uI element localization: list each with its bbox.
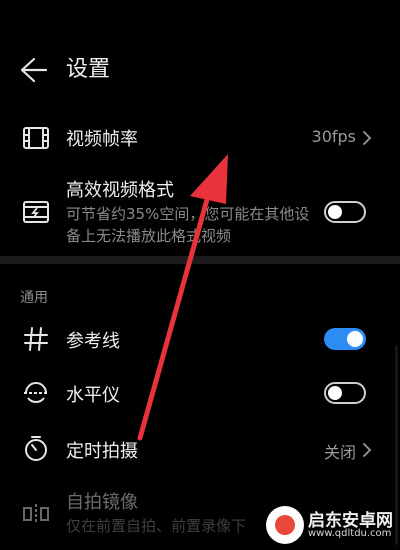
frame-rate-row[interactable]: 视频帧率 30fps (0, 116, 400, 160)
efficient-format-description: 可节省约35%空间，您可能在其他设备上无法播放此格式视频 (66, 205, 310, 245)
toggle-knob (328, 205, 342, 219)
header: 设置 (0, 40, 400, 100)
grid-label: 参考线 (66, 331, 120, 352)
section-divider (0, 256, 400, 264)
level-label: 水平仪 (66, 385, 120, 406)
selfie-mirror-label: 自拍镜像 (66, 492, 138, 513)
grid-toggle[interactable] (324, 328, 366, 350)
frame-rate-label: 视频帧率 (66, 129, 138, 150)
toggle-knob (347, 331, 363, 347)
toggle-knob (328, 386, 342, 400)
page-title: 设置 (66, 57, 111, 82)
timer-row[interactable]: 定时拍摄 关闭 (0, 426, 400, 472)
level-icon (24, 382, 48, 403)
grid-icon (24, 327, 48, 351)
efficient-format-toggle[interactable] (324, 201, 366, 223)
timer-label: 定时拍摄 (66, 441, 138, 462)
mirror-icon (23, 504, 49, 524)
timer-value: 关闭 (323, 443, 356, 462)
scrollbar[interactable] (395, 345, 398, 545)
watermark-url: www.qdltdu.com (308, 528, 392, 539)
grid-row[interactable]: 参考线 (0, 316, 400, 362)
chevron-right-icon (363, 443, 372, 457)
watermark-logo-icon (266, 506, 304, 544)
video-format-icon (23, 201, 49, 223)
level-toggle[interactable] (324, 382, 366, 404)
frame-rate-value: 30fps (311, 127, 356, 146)
level-row[interactable]: 水平仪 (0, 370, 400, 416)
section-general-label: 通用 (20, 290, 48, 306)
arrow-left-icon (20, 57, 48, 83)
efficient-format-row[interactable]: 高效视频格式 可节省约35%空间，您可能在其他设备上无法播放此格式视频 (0, 172, 400, 250)
back-button[interactable] (14, 54, 54, 86)
efficient-format-label: 高效视频格式 (66, 180, 174, 201)
timer-icon (25, 436, 47, 461)
chevron-right-icon (363, 131, 372, 145)
film-icon (23, 127, 49, 149)
watermark: 启东安卓网 www.qdltdu.com (266, 504, 394, 546)
